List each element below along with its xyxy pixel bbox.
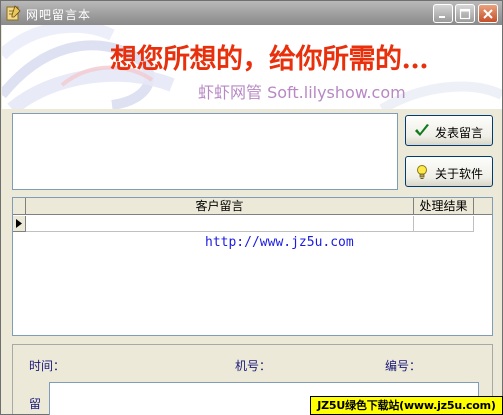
lightbulb-icon [417,165,427,179]
maximize-icon [459,8,471,20]
machine-number-label: 机号： [235,359,272,373]
post-message-label: 发表留言 [435,126,484,140]
message-grid[interactable]: 客户留言 处理结果 http://www.jz5u.com [12,197,493,336]
table-row[interactable] [13,216,492,232]
minimize-button[interactable] [433,4,453,23]
cell-customer-message[interactable] [26,216,414,232]
column-header-customer-message[interactable]: 客户留言 [26,198,414,215]
cell-result[interactable] [414,216,474,232]
title-bar[interactable]: 网吧留言本 [1,1,502,25]
post-message-button[interactable]: 发表留言 [405,115,493,146]
column-header-result[interactable]: 处理结果 [414,198,474,215]
message-input[interactable] [12,113,398,190]
close-icon [483,9,493,19]
site-watermark: JZ5U绿色下载站(www.jz5u.com) [310,396,503,415]
time-label: 时间： [29,359,66,373]
window-title: 网吧留言本 [26,8,92,22]
banner: 想您所想的，给你所需的... 虾虾网管 Soft.lilyshow.com [2,25,502,109]
checkmark-icon [415,124,429,136]
serial-number-label: 编号： [385,359,422,373]
banner-slogan: 想您所想的，给你所需的... [110,44,429,75]
banner-brand: 虾虾网管 Soft.lilyshow.com [198,83,406,102]
row-pointer-icon [16,219,22,228]
grid-header-corner [13,198,26,215]
message-label: 留 [29,397,42,411]
watermark-url: http://www.jz5u.com [205,235,354,250]
minimize-icon [439,16,445,18]
close-button[interactable] [478,4,498,23]
row-indicator [13,216,26,232]
notebook-icon [6,5,21,21]
about-software-label: 关于软件 [435,167,484,181]
about-software-button[interactable]: 关于软件 [405,156,493,187]
grid-header: 客户留言 处理结果 [13,198,492,215]
main-window: 网吧留言本 想您所想的，给你所需的... 虾虾网管 Soft.lilyshow.… [0,0,503,415]
maximize-button[interactable] [455,4,475,23]
